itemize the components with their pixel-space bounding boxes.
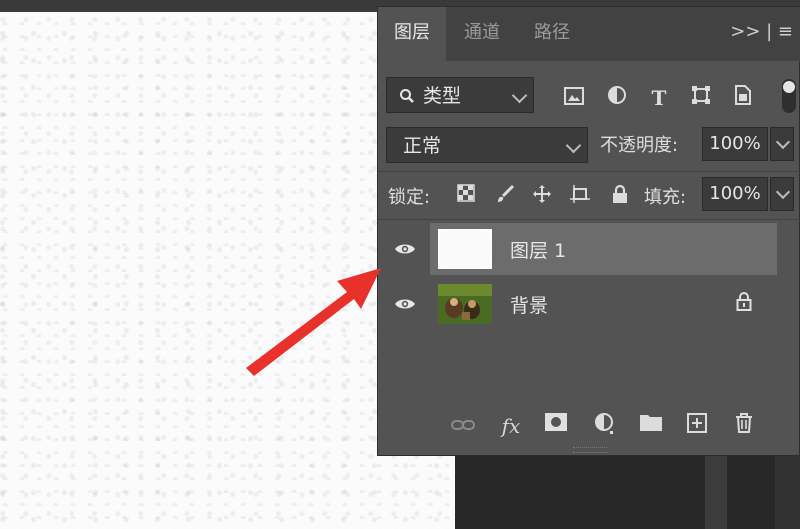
- chevron-down-icon: [565, 137, 582, 154]
- lock-image-icon[interactable]: [493, 184, 517, 208]
- image-filter-icon[interactable]: [561, 85, 587, 111]
- filter-type-dropdown[interactable]: 类型: [386, 77, 534, 113]
- tab-layers[interactable]: 图层: [378, 7, 446, 61]
- adjustment-filter-icon[interactable]: [604, 85, 630, 111]
- panel-resize-grip[interactable]: [573, 447, 607, 453]
- new-layer-icon[interactable]: [684, 413, 710, 439]
- lock-all-icon[interactable]: [608, 184, 632, 208]
- lock-transparency-icon[interactable]: [454, 184, 478, 208]
- chevron-down-icon: [511, 87, 528, 104]
- tab-channels[interactable]: 通道: [448, 7, 516, 61]
- opacity-label: 不透明度:: [600, 135, 679, 156]
- shape-filter-icon[interactable]: [688, 85, 714, 111]
- trash-icon[interactable]: [731, 413, 757, 439]
- chevron-down-icon: [775, 134, 791, 150]
- blend-mode-dropdown[interactable]: 正常: [386, 127, 588, 163]
- search-icon: [399, 78, 415, 114]
- adjustment-layer-icon[interactable]: [592, 413, 618, 439]
- link-icon[interactable]: [450, 413, 476, 439]
- layers-panel: 图层 通道 路径 >> | ≡ 类型 T 正常 不透明度: 100% 锁定: 填…: [377, 6, 800, 456]
- visibility-eye-icon[interactable]: [392, 293, 418, 319]
- panel-tab-bar: 图层 通道 路径 >> | ≡: [378, 7, 800, 61]
- workspace-strip: [705, 455, 727, 529]
- visibility-eye-icon[interactable]: [392, 238, 418, 264]
- mask-icon[interactable]: [543, 413, 569, 439]
- layer-lock-icon[interactable]: [735, 291, 755, 315]
- tab-paths[interactable]: 路径: [518, 7, 586, 61]
- blend-mode-value: 正常: [403, 135, 442, 157]
- type-filter-icon[interactable]: T: [646, 85, 672, 111]
- workspace-background: [455, 455, 800, 529]
- chevron-down-icon: [775, 184, 791, 200]
- lock-artboard-icon[interactable]: [568, 184, 592, 208]
- layer-row-layer1[interactable]: 图层 1: [430, 223, 777, 275]
- layer-thumbnail: [438, 284, 492, 324]
- filter-type-label: 类型: [423, 85, 462, 107]
- divider: [378, 171, 800, 172]
- lock-label: 锁定:: [388, 187, 431, 208]
- layers-panel-footer: fx: [378, 403, 800, 453]
- fx-icon[interactable]: fx: [498, 413, 524, 439]
- layer-name: 背景: [510, 295, 549, 317]
- smart-object-filter-icon[interactable]: [730, 85, 756, 111]
- group-folder-icon[interactable]: [638, 413, 664, 439]
- layer-row-background[interactable]: 背景: [430, 278, 777, 330]
- divider: [378, 219, 800, 220]
- opacity-input[interactable]: 100%: [702, 127, 768, 161]
- fill-label: 填充:: [644, 187, 687, 208]
- filter-toggle[interactable]: [782, 79, 796, 113]
- layer-name: 图层 1: [510, 240, 567, 262]
- fill-slider-button[interactable]: [770, 177, 794, 211]
- opacity-slider-button[interactable]: [770, 127, 794, 161]
- fill-input[interactable]: 100%: [702, 177, 768, 211]
- panel-menu-button[interactable]: >> | ≡: [713, 21, 793, 47]
- layer-thumbnail: [438, 229, 492, 269]
- workspace-strip: [775, 455, 800, 529]
- lock-position-icon[interactable]: [530, 184, 554, 208]
